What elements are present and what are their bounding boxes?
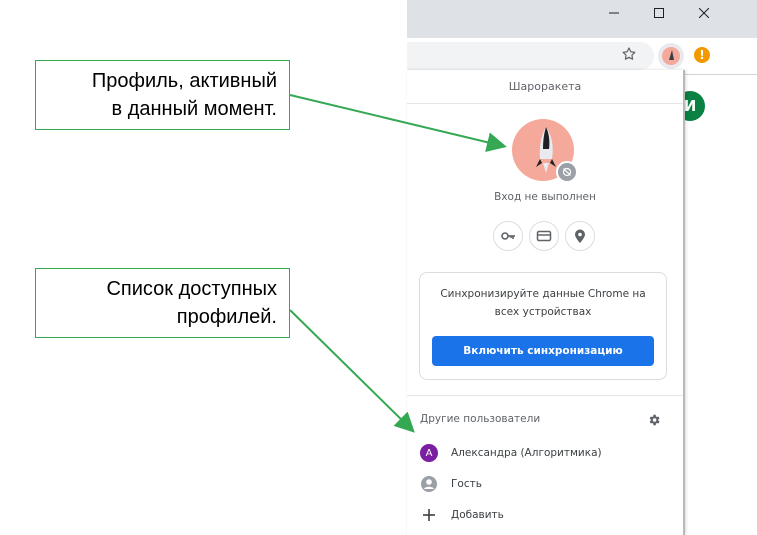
arrow-to-profile-list bbox=[289, 309, 415, 433]
annotation-arrows bbox=[289, 94, 507, 433]
arrow-to-active-profile bbox=[289, 94, 507, 152]
